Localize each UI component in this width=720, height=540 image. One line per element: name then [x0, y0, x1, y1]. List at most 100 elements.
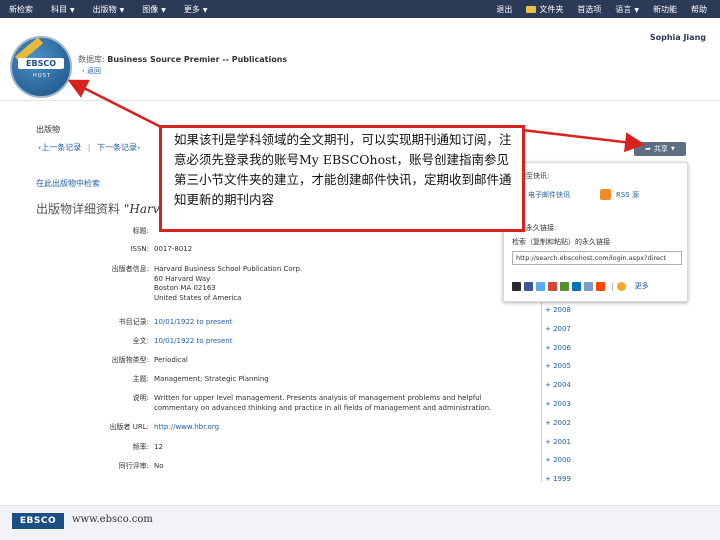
nav-help[interactable]: 帮助 — [684, 4, 714, 15]
nav-more[interactable]: 更多 ▼ — [175, 4, 217, 15]
ebsco-host-logo[interactable]: EBSCO HOST — [10, 36, 72, 98]
year-link[interactable]: + 2001 — [545, 438, 571, 446]
permalink-hint: 检索（复制和粘贴）的永久链接 — [512, 238, 610, 246]
detail-row-pubtype: 出版物类型: Periodical — [100, 356, 188, 366]
pager-separator: | — [87, 143, 91, 152]
database-name: Business Source Premier -- Publications — [107, 55, 288, 64]
rss-icon[interactable] — [600, 189, 611, 200]
detail-row-url: 出版者 URL: http://www.hbr.org — [100, 423, 220, 433]
nav-new-features[interactable]: 新功能 — [646, 4, 684, 15]
detail-row-title: 标题: — [100, 227, 154, 237]
annotation-text: 如果该刊是学科领域的全文期刊，可以实现期刊通知订阅，注意必须先登录我的账号My … — [174, 132, 512, 207]
rss-feed-link[interactable]: RSS 源 — [616, 190, 639, 200]
detail-key: 说明: — [132, 394, 149, 402]
annotation-callout: 如果该刊是学科领域的全文期刊，可以实现期刊通知订阅，注意必须先登录我的账号My … — [159, 125, 525, 232]
year-link[interactable]: + 1999 — [545, 475, 571, 483]
nav-images-label: 图像 — [142, 4, 159, 14]
prev-record-link[interactable]: ‹上一条记录 — [38, 143, 81, 152]
next-record-link[interactable]: 下一条记录› — [97, 143, 140, 152]
reddit-icon[interactable] — [596, 281, 605, 291]
more-share-link[interactable]: 更多 — [635, 281, 649, 291]
year-link[interactable]: + 2000 — [545, 456, 571, 464]
chevron-down-icon: ▼ — [202, 6, 208, 14]
chevron-down-icon: ▼ — [161, 6, 166, 14]
year-link[interactable]: + 2002 — [545, 419, 571, 427]
detail-row-peer-review: 同行评审: No — [100, 462, 164, 472]
delicious-icon[interactable] — [512, 281, 521, 291]
google-icon[interactable] — [548, 281, 557, 291]
permalink-input[interactable]: http://search.ebscohost.com/login.aspx?d… — [512, 251, 682, 265]
facebook-icon[interactable] — [524, 281, 533, 291]
detail-value: Management; Strategic Planning — [154, 375, 269, 383]
detail-value: Written for upper level management. Pres… — [154, 394, 492, 412]
section-title: 出版物 — [36, 125, 60, 134]
chevron-down-icon: ▼ — [671, 146, 675, 152]
share-popup: 添加至快讯: 电子邮件快讯 RSS 源 使用永久链接: 检索（复制和粘贴）的永久… — [503, 162, 688, 302]
detail-key: 标题: — [132, 227, 149, 235]
detail-value[interactable]: 10/01/1922 to present — [154, 337, 232, 347]
detail-key: 出版者信息: — [111, 265, 149, 273]
detail-value[interactable]: http://www.hbr.org — [154, 423, 219, 433]
nav-sign-out[interactable]: 退出 — [489, 4, 519, 15]
detail-value: Harvard Business School Publication Corp… — [154, 265, 302, 303]
detail-value: 12 — [154, 443, 163, 451]
header-divider — [0, 100, 720, 101]
year-link[interactable]: + 2008 — [545, 306, 571, 314]
share-button[interactable]: ➦ 共享 ▼ — [634, 142, 686, 156]
share-arrow-icon: ➦ — [645, 145, 651, 153]
detail-key: 同行评审: — [118, 462, 149, 470]
detail-key: 出版者 URL: — [109, 423, 149, 431]
detail-value: No — [154, 462, 164, 470]
detail-row-frequency: 频率: 12 — [100, 443, 163, 453]
bookmark-icon[interactable] — [584, 281, 593, 291]
detail-key: 书目记录: — [118, 318, 149, 326]
detail-row-description: 说明: Written for upper level management. … — [100, 394, 520, 413]
folder-icon — [526, 5, 537, 13]
detail-row-publisher: 出版者信息: Harvard Business School Publicati… — [100, 265, 303, 303]
nav-subjects[interactable]: 科目 ▼ — [42, 4, 84, 15]
nav-folder[interactable]: 文件夹 — [519, 4, 570, 15]
chevron-down-icon: ▼ — [634, 6, 639, 14]
detail-value[interactable]: 10/01/1922 to present — [154, 318, 232, 328]
digg-icon[interactable] — [560, 281, 569, 291]
year-link[interactable]: + 2004 — [545, 381, 571, 389]
detail-row-fulltext: 全文: 10/01/1922 to present — [100, 337, 233, 347]
email-alert-link[interactable]: 电子邮件快讯 — [528, 190, 570, 200]
nav-publications[interactable]: 出版物 ▼ — [84, 4, 134, 15]
share-button-label: 共享 — [654, 145, 668, 153]
more-plus-icon[interactable] — [616, 281, 626, 291]
year-link[interactable]: + 2003 — [545, 400, 571, 408]
nav-right-group: 退出 文件夹 首选项 语言 ▼ 新功能 帮助 — [489, 0, 714, 18]
nav-more-label: 更多 — [183, 4, 200, 14]
nav-publications-label: 出版物 — [92, 4, 117, 14]
logo-host-text: HOST — [33, 73, 51, 79]
detail-value: Periodical — [154, 356, 188, 364]
detail-prefix: 出版物详细资料 — [36, 202, 121, 216]
back-link[interactable]: ‹ 返回 — [82, 66, 101, 76]
user-name[interactable]: Sophia Jiang — [650, 33, 706, 42]
twitter-icon[interactable] — [536, 281, 545, 291]
year-link[interactable]: + 2005 — [545, 362, 571, 370]
search-within-publication-link[interactable]: 在此出版物中检索 — [36, 178, 100, 189]
detail-key: 出版物类型: — [111, 356, 149, 364]
social-share-icons: | 更多 — [512, 281, 649, 291]
nav-images[interactable]: 图像 ▼ — [133, 4, 175, 15]
year-link[interactable]: + 2007 — [545, 325, 571, 333]
publisher-line: United States of America — [154, 293, 242, 302]
year-link[interactable]: + 2006 — [545, 344, 571, 352]
detail-row-subject: 主题: Management; Strategic Planning — [100, 375, 269, 385]
chevron-down-icon: ▼ — [119, 6, 125, 14]
linkedin-icon[interactable] — [572, 281, 581, 291]
nav-preferences[interactable]: 首选项 — [570, 4, 608, 15]
database-label: 数据库: — [78, 55, 105, 64]
nav-language-label: 语言 — [615, 4, 632, 14]
publisher-line: 60 Harvard Way — [154, 274, 211, 283]
nav-subjects-label: 科目 — [51, 4, 67, 14]
detail-key: ISSN: — [130, 245, 149, 253]
nav-new-search[interactable]: 新检索 — [0, 4, 42, 15]
top-nav-bar: 新检索 科目 ▼ 出版物 ▼ 图像 ▼ 更多 ▼ 退出 文件夹 首选项 语言 ▼ 新功能 … — [0, 0, 720, 18]
nav-language[interactable]: 语言 ▼ — [608, 4, 646, 15]
divider-icon: | — [611, 281, 614, 291]
chevron-down-icon: ▼ — [70, 6, 75, 14]
detail-row-issn: ISSN: 0017-8012 — [100, 245, 192, 255]
